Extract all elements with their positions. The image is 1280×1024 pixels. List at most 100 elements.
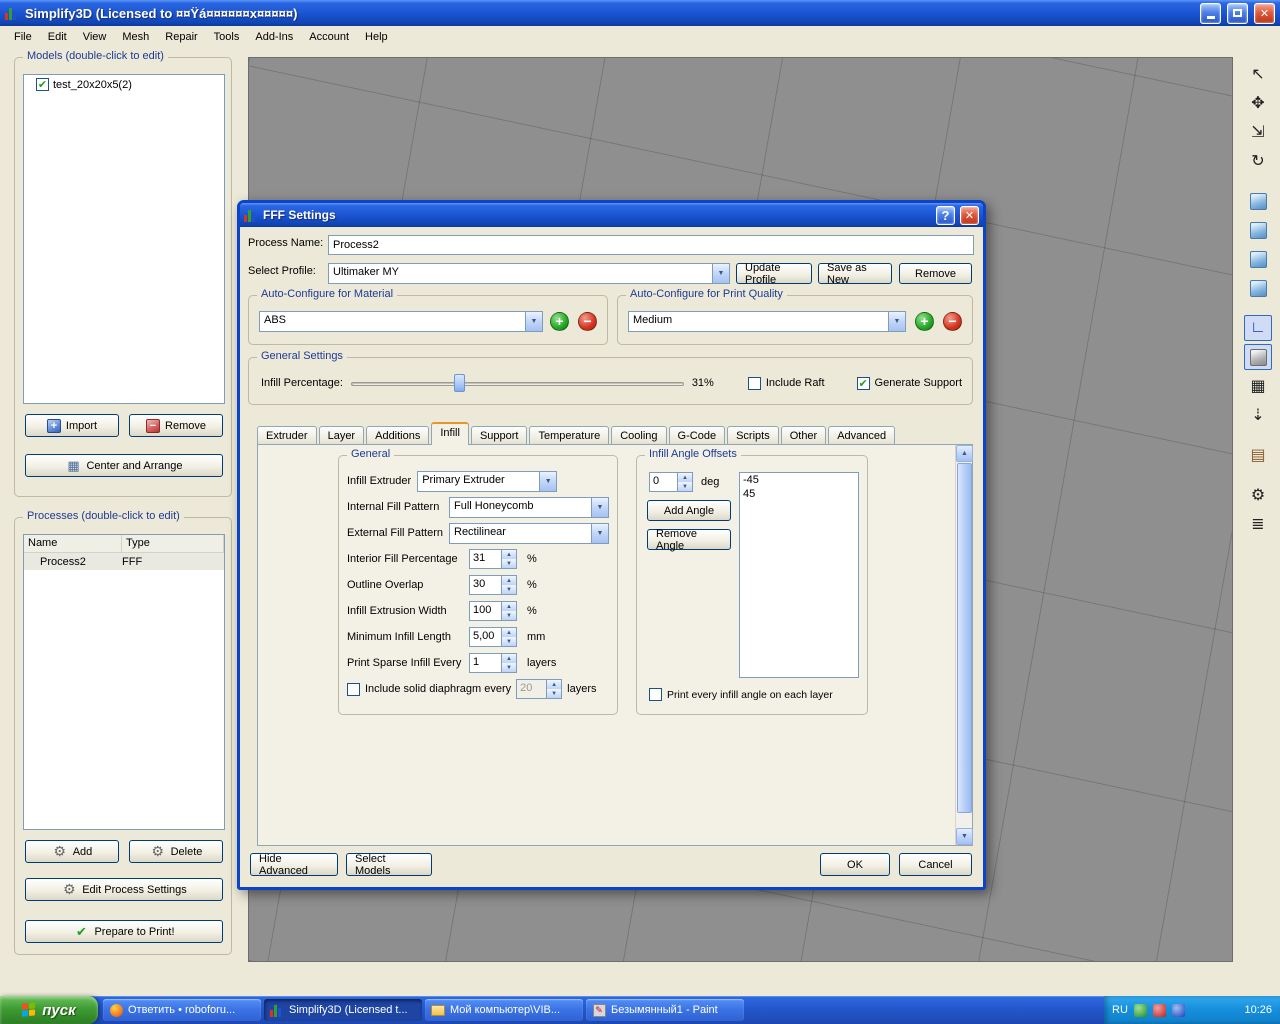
external-pattern-arrow-icon[interactable] — [591, 523, 608, 543]
rotate-model-icon[interactable]: ↻ — [1244, 148, 1272, 174]
outline-overlap-spinner[interactable]: 30 — [469, 575, 517, 595]
angle-spinner[interactable]: 0 — [649, 472, 693, 492]
profile-combobox[interactable]: Ultimaker MY — [328, 263, 730, 284]
remove-profile-button[interactable]: Remove — [899, 263, 972, 284]
spin-down-icon[interactable] — [502, 637, 516, 646]
spin-up-icon[interactable] — [502, 602, 516, 611]
min-infill-length-spinner[interactable]: 5,00 — [469, 627, 517, 647]
tray-icon[interactable] — [1152, 1003, 1166, 1017]
angle-list[interactable]: -45 45 — [739, 472, 859, 678]
material-combobox[interactable]: ABS — [259, 311, 543, 332]
spin-up-icon[interactable] — [502, 654, 516, 663]
menu-mesh[interactable]: Mesh — [114, 28, 157, 46]
spin-up-icon[interactable] — [502, 628, 516, 637]
select-cursor-icon[interactable]: ↖ — [1244, 61, 1272, 87]
language-indicator[interactable]: RU — [1112, 1004, 1128, 1016]
tab-scripts[interactable]: Scripts — [727, 426, 779, 445]
slider-thumb[interactable] — [454, 374, 466, 392]
scroll-down-icon[interactable] — [956, 828, 973, 845]
surface-normals-icon[interactable]: ⇣ — [1244, 402, 1272, 428]
interior-fill-spinner[interactable]: 31 — [469, 549, 517, 569]
remove-model-button[interactable]: − Remove — [129, 414, 223, 437]
model-list-item[interactable]: test_20x20x5(2) — [24, 75, 224, 93]
dialog-help-button[interactable] — [936, 205, 955, 225]
select-models-button[interactable]: Select Models — [346, 853, 432, 877]
profile-dropdown-arrow-icon[interactable] — [712, 264, 729, 283]
process-col-name[interactable]: Name — [24, 535, 122, 552]
ok-button[interactable]: OK — [820, 853, 890, 876]
include-raft-row[interactable]: Include Raft — [747, 376, 825, 390]
tab-extruder[interactable]: Extruder — [257, 426, 317, 445]
tab-advanced[interactable]: Advanced — [828, 426, 896, 445]
spin-down-icon[interactable] — [502, 585, 516, 594]
spin-up-icon[interactable] — [502, 550, 516, 559]
infill-extruder-arrow-icon[interactable] — [539, 471, 557, 491]
support-structures-icon[interactable]: ▤ — [1244, 442, 1272, 468]
menu-file[interactable]: File — [6, 28, 40, 46]
tab-additions[interactable]: Additions — [366, 426, 430, 445]
add-quality-button[interactable] — [915, 312, 934, 331]
center-and-arrange-button[interactable]: Center and Arrange — [25, 454, 223, 477]
view-cube-2-icon[interactable] — [1244, 217, 1272, 243]
task-simplify3d[interactable]: Simplify3D (Licensed t... — [264, 999, 422, 1021]
menu-addins[interactable]: Add-Ins — [247, 28, 301, 46]
scrollbar-thumb[interactable] — [957, 463, 972, 813]
quality-dropdown-arrow-icon[interactable] — [888, 312, 905, 331]
prepare-to-print-button[interactable]: Prepare to Print! — [25, 920, 223, 943]
minimize-button[interactable] — [1200, 2, 1221, 24]
maximize-button[interactable] — [1227, 2, 1248, 24]
task-paint[interactable]: ✎ Безымянный1 - Paint — [586, 999, 744, 1021]
internal-pattern-combobox[interactable]: Full Honeycomb — [449, 496, 609, 518]
spin-up-icon[interactable] — [502, 576, 516, 585]
solid-view-icon[interactable] — [1244, 344, 1272, 370]
hide-advanced-button[interactable]: Hide Advanced — [250, 853, 338, 877]
translate-model-icon[interactable]: ✥ — [1244, 90, 1272, 116]
menu-edit[interactable]: Edit — [40, 28, 75, 46]
tab-cooling[interactable]: Cooling — [611, 426, 667, 445]
remove-quality-button[interactable] — [943, 312, 962, 331]
machine-settings-icon[interactable]: ⚙ — [1244, 482, 1272, 508]
generate-support-checkbox[interactable] — [856, 376, 870, 390]
generate-support-row[interactable]: Generate Support — [856, 376, 962, 390]
tray-icon[interactable] — [1133, 1003, 1147, 1017]
import-button[interactable]: + Import — [25, 414, 119, 437]
tab-infill[interactable]: Infill — [431, 422, 469, 445]
view-cube-1-icon[interactable] — [1244, 188, 1272, 214]
infill-extruder-combobox[interactable]: Primary Extruder — [417, 470, 558, 492]
add-angle-button[interactable]: Add Angle — [647, 500, 731, 521]
diaphragm-checkbox[interactable] — [347, 682, 360, 696]
spin-down-icon[interactable] — [502, 611, 516, 620]
external-pattern-combobox[interactable]: Rectilinear — [449, 522, 609, 544]
close-button[interactable] — [1254, 2, 1275, 24]
tab-panel-scrollbar[interactable] — [955, 445, 973, 845]
save-as-new-button[interactable]: Save as New — [818, 262, 892, 286]
process-list[interactable]: Name Type Process2 FFF — [23, 534, 225, 830]
tab-gcode[interactable]: G-Code — [668, 426, 726, 445]
scroll-up-icon[interactable] — [956, 445, 973, 462]
add-material-button[interactable] — [550, 312, 569, 331]
menu-account[interactable]: Account — [301, 28, 357, 46]
process-col-type[interactable]: Type — [122, 535, 224, 552]
per-layer-row[interactable]: Print every infill angle on each layer — [649, 688, 833, 701]
remove-angle-button[interactable]: Remove Angle — [647, 528, 731, 552]
layer-view-icon[interactable]: ≣ — [1244, 511, 1272, 537]
per-layer-checkbox[interactable] — [649, 688, 662, 701]
remove-material-button[interactable] — [578, 312, 597, 331]
view-cube-3-icon[interactable] — [1244, 246, 1272, 272]
process-row[interactable]: Process2 FFF — [24, 553, 224, 570]
menu-help[interactable]: Help — [357, 28, 396, 46]
start-button[interactable]: пуск — [0, 996, 98, 1024]
tab-other[interactable]: Other — [780, 426, 827, 445]
task-browser[interactable]: Ответить • roboforu... — [103, 999, 261, 1021]
sparse-infill-spinner[interactable]: 1 — [469, 653, 517, 673]
spin-down-icon[interactable] — [678, 482, 692, 491]
tab-layer[interactable]: Layer — [318, 426, 365, 445]
scale-model-icon[interactable]: ⇲ — [1244, 119, 1272, 145]
edit-process-settings-button[interactable]: Edit Process Settings — [25, 878, 223, 901]
add-process-button[interactable]: Add — [25, 840, 119, 863]
internal-pattern-arrow-icon[interactable] — [591, 497, 608, 517]
extrusion-width-spinner[interactable]: 100 — [469, 601, 517, 621]
spin-up-icon[interactable] — [678, 473, 692, 482]
wireframe-view-icon[interactable]: ▦ — [1244, 373, 1272, 399]
update-profile-button[interactable]: Update Profile — [736, 262, 812, 286]
